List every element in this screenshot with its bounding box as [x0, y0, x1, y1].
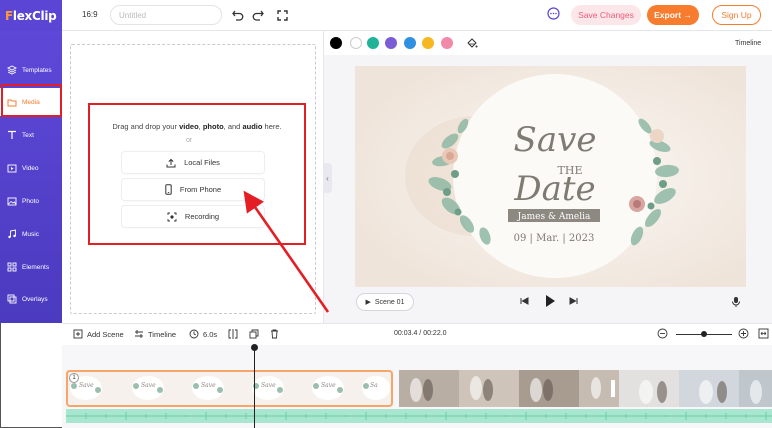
sidebar-item-label: Photo	[22, 197, 39, 205]
sidebar-item-label: Elements	[22, 263, 50, 271]
audio-track[interactable]	[66, 409, 772, 423]
duration-control[interactable]: 6.0s	[189, 329, 217, 339]
card-names: James & Amelia	[517, 212, 591, 222]
play-icon[interactable]	[544, 294, 556, 308]
clock-icon	[189, 329, 199, 339]
sidebar-item-bkground[interactable]: BKground	[0, 318, 62, 346]
sidebar-item-label: Video	[22, 164, 39, 172]
card-line-date: Date	[513, 169, 595, 209]
playhead-handle[interactable]	[251, 344, 258, 351]
app-logo[interactable]: FlexClip	[0, 0, 62, 31]
card-line-save: Save	[514, 120, 597, 160]
sidebar-item-overlays[interactable]: Overlays	[0, 285, 62, 313]
color-swatch-white[interactable]	[350, 37, 362, 49]
sidebar-item-branding[interactable]: Branding	[0, 351, 62, 379]
overlays-icon	[6, 294, 17, 305]
top-bar: FlexClip 16:9 Untitled Save Changes Expo…	[0, 0, 772, 31]
time-display: 00:03.4 / 00:22.0	[394, 330, 447, 337]
split-icon[interactable]	[228, 329, 238, 339]
zoom-out-icon[interactable]	[657, 328, 668, 339]
selected-clip-outline[interactable]	[66, 370, 393, 407]
highlight-box-media	[1, 84, 62, 117]
redo-icon[interactable]	[251, 7, 265, 23]
scene-selector[interactable]: ▶ Scene 01	[356, 293, 414, 311]
sidebar-item-text[interactable]: Text	[0, 121, 62, 149]
add-scene-button[interactable]: Add Scene	[73, 329, 124, 339]
color-swatch-yellow[interactable]	[422, 37, 434, 49]
add-scene-label: Add Scene	[87, 329, 124, 339]
project-title-input[interactable]: Untitled	[110, 5, 222, 25]
duplicate-icon[interactable]	[249, 329, 259, 339]
delete-icon[interactable]	[270, 329, 279, 339]
microphone-icon[interactable]	[731, 296, 741, 308]
text-icon	[6, 130, 17, 141]
sidebar-item-label: Music	[22, 230, 39, 238]
sidebar-item-music[interactable]: Music	[0, 220, 62, 248]
photo-icon	[6, 196, 17, 207]
sidebar-item-label: Branding	[22, 361, 49, 369]
sidebar-item-label: Templates	[22, 66, 52, 74]
clip-number-badge: 1	[69, 373, 79, 383]
zoom-in-icon[interactable]	[738, 328, 749, 339]
color-swatch-purple[interactable]	[385, 37, 397, 49]
sidebar-item-elements[interactable]: Elements	[0, 253, 62, 281]
highlight-box-upload	[88, 103, 306, 245]
play-small-icon: ▶	[365, 299, 371, 306]
video-icon	[6, 163, 17, 174]
color-swatch-teal[interactable]	[367, 37, 379, 49]
timeline-toggle[interactable]: Timeline	[735, 40, 761, 47]
timeline-mode-button[interactable]: Timeline	[134, 329, 176, 339]
sidebar-item-video[interactable]: Video	[0, 154, 62, 182]
color-swatch-black[interactable]	[330, 37, 342, 49]
export-button[interactable]: Export →	[647, 5, 699, 25]
card-date: 09 | Mar. | 2023	[514, 233, 595, 244]
sidebar-item-templates[interactable]: Templates	[0, 56, 62, 84]
sidebar-item-label: Text	[22, 131, 34, 139]
preview-canvas[interactable]: Save THE Date James & Amelia 09 | Mar. |…	[355, 66, 746, 287]
zoom-slider-handle[interactable]	[701, 331, 707, 337]
sidebar-item-photo[interactable]: Photo	[0, 187, 62, 215]
add-scene-icon	[73, 329, 83, 339]
aspect-ratio-selector[interactable]: 16:9	[82, 10, 98, 19]
timeline-mode-label: Timeline	[148, 329, 177, 339]
elements-icon	[6, 262, 17, 273]
fill-bucket-icon[interactable]	[466, 37, 478, 51]
chat-icon[interactable]	[547, 7, 561, 23]
sidebar-item-label: Overlays	[22, 295, 48, 303]
save-the-date-card: Save THE Date James & Amelia 09 | Mar. |…	[355, 66, 746, 287]
timeline-icon	[134, 329, 144, 339]
previous-icon[interactable]	[519, 296, 529, 306]
sign-up-button[interactable]: Sign Up	[712, 5, 761, 25]
audio-waveform	[66, 412, 772, 420]
color-swatch-blue[interactable]	[404, 37, 416, 49]
duration-label: 6.0s	[203, 329, 218, 339]
collapse-panel-handle[interactable]: ‹	[323, 163, 332, 193]
fullscreen-icon[interactable]	[275, 7, 289, 23]
sidebar-item-label: BKground	[22, 328, 51, 336]
next-icon[interactable]	[569, 296, 579, 306]
color-swatch-pink[interactable]	[441, 37, 453, 49]
music-icon	[6, 229, 17, 240]
playhead-line[interactable]	[254, 347, 255, 428]
scene-label: Scene 01	[374, 298, 405, 306]
save-changes-button[interactable]: Save Changes	[571, 5, 641, 25]
templates-icon	[6, 65, 17, 76]
branding-icon	[6, 360, 17, 371]
logo-text: FlexClip	[5, 8, 57, 23]
chevron-left-icon: ‹	[326, 173, 329, 183]
fit-timeline-icon[interactable]	[758, 328, 769, 339]
background-icon	[6, 327, 17, 338]
undo-icon[interactable]	[231, 7, 245, 23]
